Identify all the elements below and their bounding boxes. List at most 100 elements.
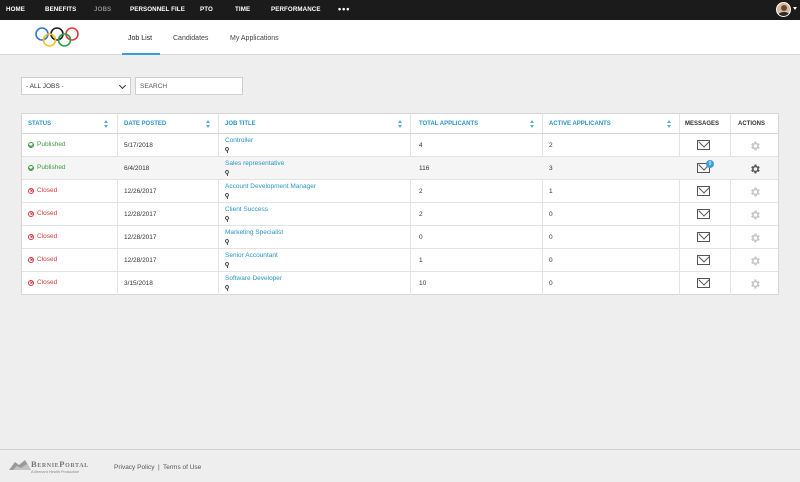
total-applicants: 1	[419, 257, 423, 264]
terms-of-use-link[interactable]: Terms of Use	[163, 464, 201, 471]
unread-badge: 9	[706, 160, 714, 168]
tab-job-list[interactable]: Job List	[128, 35, 152, 42]
table-header: STATUS DATE POSTED JOB TITLE TOTAL APPLI…	[22, 114, 778, 134]
header-status[interactable]: STATUS	[28, 114, 51, 134]
x-circle-icon	[28, 210, 34, 217]
gear-icon[interactable]	[749, 255, 761, 267]
active-applicants: 0	[549, 234, 553, 241]
check-circle-icon	[28, 141, 34, 148]
status-closed: Closed	[28, 233, 57, 240]
x-circle-icon	[28, 279, 34, 286]
nav-benefits[interactable]: BENEFITS	[45, 6, 76, 13]
gear-icon[interactable]	[749, 232, 761, 244]
x-circle-icon	[28, 256, 34, 263]
job-table: STATUS DATE POSTED JOB TITLE TOTAL APPLI…	[21, 113, 779, 295]
envelope-icon[interactable]	[697, 232, 710, 242]
sub-header: Job List Candidates My Applications	[0, 20, 800, 55]
job-title-link[interactable]: Account Development Manager	[225, 183, 316, 190]
sort-icon[interactable]	[398, 120, 403, 128]
user-avatar[interactable]	[776, 2, 791, 17]
avatar-dropdown-icon[interactable]	[793, 7, 797, 10]
table-row: Closed 12/28/2017 Client Success 2 0	[22, 203, 778, 226]
gear-icon[interactable]	[749, 163, 761, 175]
tab-candidates[interactable]: Candidates	[173, 35, 208, 42]
job-title-link[interactable]: Controller	[225, 137, 253, 144]
nav-performance[interactable]: PERFORMANCE	[271, 6, 321, 13]
date-posted: 12/28/2017	[124, 257, 157, 264]
x-circle-icon	[28, 233, 34, 240]
nav-pto[interactable]: PTO	[200, 6, 213, 13]
total-applicants: 10	[419, 280, 427, 287]
sort-icon[interactable]	[206, 120, 211, 128]
envelope-icon[interactable]	[697, 255, 710, 265]
active-applicants: 0	[549, 211, 553, 218]
bernie-portal-logo-icon	[9, 460, 31, 470]
header-job-title[interactable]: JOB TITLE	[225, 114, 256, 134]
top-nav: HOME BENEFITS JOBS PERSONNEL FILE PTO TI…	[0, 0, 800, 20]
footer: BerniePortal A Bernard Health Production…	[0, 450, 800, 482]
company-logo	[35, 27, 79, 47]
chevron-down-icon	[118, 81, 127, 90]
date-posted: 12/26/2017	[124, 188, 157, 195]
table-row: Closed 12/26/2017 Account Development Ma…	[22, 180, 778, 203]
header-active-applicants[interactable]: ACTIVE APPLICANTS	[549, 114, 611, 134]
active-applicants: 0	[549, 257, 553, 264]
status-closed: Closed	[28, 187, 57, 194]
status-closed: Closed	[28, 279, 57, 286]
more-menu-icon[interactable]: •••	[338, 4, 350, 14]
envelope-icon[interactable]	[697, 186, 710, 196]
footer-separator: |	[158, 464, 160, 471]
gear-icon[interactable]	[749, 140, 761, 152]
nav-time[interactable]: TIME	[235, 6, 250, 13]
total-applicants: 4	[419, 142, 423, 149]
job-title-link[interactable]: Sales representative	[225, 160, 284, 167]
gear-icon[interactable]	[749, 186, 761, 198]
sort-icon[interactable]	[530, 120, 535, 128]
total-applicants: 116	[419, 165, 430, 172]
sort-icon[interactable]	[104, 120, 109, 128]
footer-brand: BerniePortal	[31, 459, 89, 469]
active-tab-indicator	[122, 53, 160, 55]
job-title-link[interactable]: Senior Accountant	[225, 252, 278, 259]
tab-my-applications[interactable]: My Applications	[230, 35, 279, 42]
job-title-link[interactable]: Software Developer	[225, 275, 282, 282]
status-published: Published	[28, 164, 66, 171]
total-applicants: 2	[419, 188, 423, 195]
date-posted: 12/28/2017	[124, 234, 157, 241]
gear-icon[interactable]	[749, 278, 761, 290]
status-published: Published	[28, 141, 66, 148]
table-row: Closed 12/28/2017 Senior Accountant 1 0	[22, 249, 778, 272]
envelope-icon[interactable]	[697, 140, 710, 150]
table-row: Published 6/4/2018 Sales representative …	[22, 157, 778, 180]
date-posted: 5/17/2018	[124, 142, 153, 149]
date-posted: 6/4/2018	[124, 165, 150, 172]
nav-jobs[interactable]: JOBS	[94, 6, 111, 13]
jobs-filter-select[interactable]: - ALL JOBS -	[21, 77, 131, 95]
nav-personnel-file[interactable]: PERSONNEL FILE	[130, 6, 185, 13]
sort-icon[interactable]	[667, 120, 672, 128]
header-total-applicants[interactable]: TOTAL APPLICANTS	[419, 114, 478, 134]
header-messages: MESSAGES	[685, 121, 720, 127]
x-circle-icon	[28, 187, 34, 194]
active-applicants: 1	[549, 188, 553, 195]
job-title-link[interactable]: Client Success	[225, 206, 268, 213]
header-actions: ACTIONS	[738, 121, 765, 127]
total-applicants: 2	[419, 211, 423, 218]
gear-icon[interactable]	[749, 209, 761, 221]
header-date-posted[interactable]: DATE POSTED	[124, 114, 166, 134]
active-applicants: 3	[549, 165, 553, 172]
privacy-policy-link[interactable]: Privacy Policy	[114, 464, 154, 471]
envelope-icon[interactable]	[697, 278, 710, 288]
table-row: Closed 12/28/2017 Marketing Specialist 0…	[22, 226, 778, 249]
active-applicants: 2	[549, 142, 553, 149]
job-title-link[interactable]: Marketing Specialist	[225, 229, 283, 236]
table-row: Published 5/17/2018 Controller 4 2	[22, 134, 778, 157]
envelope-icon[interactable]	[697, 209, 710, 219]
jobs-filter-value: - ALL JOBS -	[26, 83, 64, 90]
date-posted: 3/15/2018	[124, 280, 153, 287]
table-row: Closed 3/15/2018 Software Developer 10 0	[22, 272, 778, 295]
nav-home[interactable]: HOME	[6, 6, 25, 13]
status-closed: Closed	[28, 256, 57, 263]
search-input[interactable]: SEARCH	[135, 77, 243, 95]
check-circle-icon	[28, 164, 34, 171]
